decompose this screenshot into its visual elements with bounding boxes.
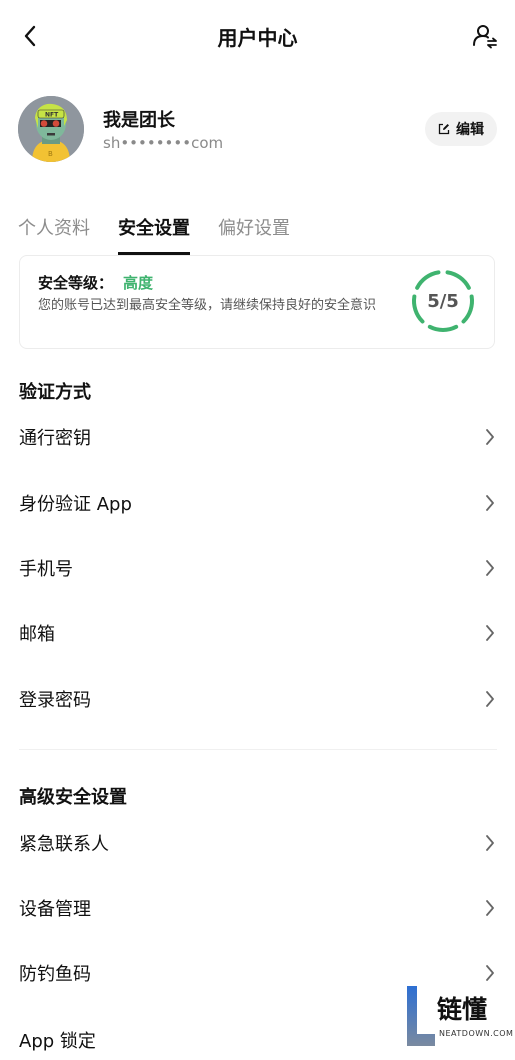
- user-email: sh••••••••com: [103, 134, 224, 152]
- edit-icon: [438, 123, 450, 135]
- section-title-verification: 验证方式: [19, 382, 91, 403]
- row-device-management[interactable]: 设备管理: [19, 888, 497, 928]
- row-passkey[interactable]: 通行密钥: [19, 417, 497, 457]
- section-title-advanced: 高级安全设置: [19, 787, 127, 808]
- row-label: App 锁定: [19, 1031, 96, 1052]
- switch-account-button[interactable]: [469, 20, 501, 52]
- watermark-brand: 链懂: [437, 995, 488, 1024]
- chevron-right-icon: [483, 833, 497, 853]
- security-level-label: 安全等级：: [38, 274, 114, 292]
- edit-profile-button[interactable]: 编辑: [425, 112, 497, 146]
- section-divider: [19, 749, 497, 750]
- security-score-text: 5/5: [427, 290, 459, 312]
- row-label: 手机号: [19, 559, 73, 580]
- row-label: 通行密钥: [19, 428, 91, 449]
- row-authenticator-app[interactable]: 身份验证 App: [19, 483, 497, 523]
- row-label: 身份验证 App: [19, 494, 132, 515]
- svg-text:NFT: NFT: [45, 112, 59, 119]
- chevron-right-icon: [483, 427, 497, 447]
- row-label: 防钓鱼码: [19, 964, 91, 985]
- chevron-right-icon: [483, 689, 497, 709]
- header: 用户中心: [0, 0, 515, 72]
- tab-bar: 个人资料 安全设置 偏好设置: [18, 214, 290, 255]
- row-email[interactable]: 邮箱: [19, 613, 497, 653]
- security-description: 您的账号已达到最高安全等级，请继续保持良好的安全意识: [38, 298, 377, 313]
- svg-text:B: B: [48, 150, 53, 158]
- chevron-right-icon: [483, 963, 497, 983]
- row-label: 邮箱: [19, 624, 55, 645]
- watermark-sub: NEATDOWN.COM: [439, 1029, 514, 1038]
- row-phone[interactable]: 手机号: [19, 548, 497, 588]
- row-label: 登录密码: [19, 690, 91, 711]
- nft-avatar-image: NFT B: [18, 96, 84, 162]
- security-level: 安全等级： 高度: [38, 272, 153, 293]
- profile-header: NFT B 我是团长 sh••••••••com 编辑: [18, 96, 497, 170]
- username: 我是团长: [103, 110, 175, 131]
- page-title: 用户中心: [217, 26, 298, 50]
- chevron-right-icon: [483, 558, 497, 578]
- row-login-password[interactable]: 登录密码: [19, 679, 497, 719]
- chevron-right-icon: [483, 493, 497, 513]
- edit-label: 编辑: [456, 122, 484, 138]
- chevron-right-icon: [483, 623, 497, 643]
- row-emergency-contact[interactable]: 紧急联系人: [19, 823, 497, 863]
- watermark-l-icon: [407, 986, 435, 1046]
- row-label: 设备管理: [19, 899, 91, 920]
- chevron-right-icon: [483, 898, 497, 918]
- security-level-card: 安全等级： 高度 您的账号已达到最高安全等级，请继续保持良好的安全意识 5/5: [19, 255, 495, 349]
- tab-profile[interactable]: 个人资料: [18, 214, 90, 255]
- tab-security[interactable]: 安全设置: [118, 214, 190, 255]
- tab-preferences[interactable]: 偏好设置: [218, 214, 290, 255]
- security-level-value: 高度: [123, 274, 154, 292]
- avatar[interactable]: NFT B: [18, 96, 84, 162]
- row-label: 紧急联系人: [19, 834, 109, 855]
- user-switch-icon: [473, 25, 497, 49]
- watermark-logo: 链懂 NEATDOWN.COM: [401, 982, 513, 1052]
